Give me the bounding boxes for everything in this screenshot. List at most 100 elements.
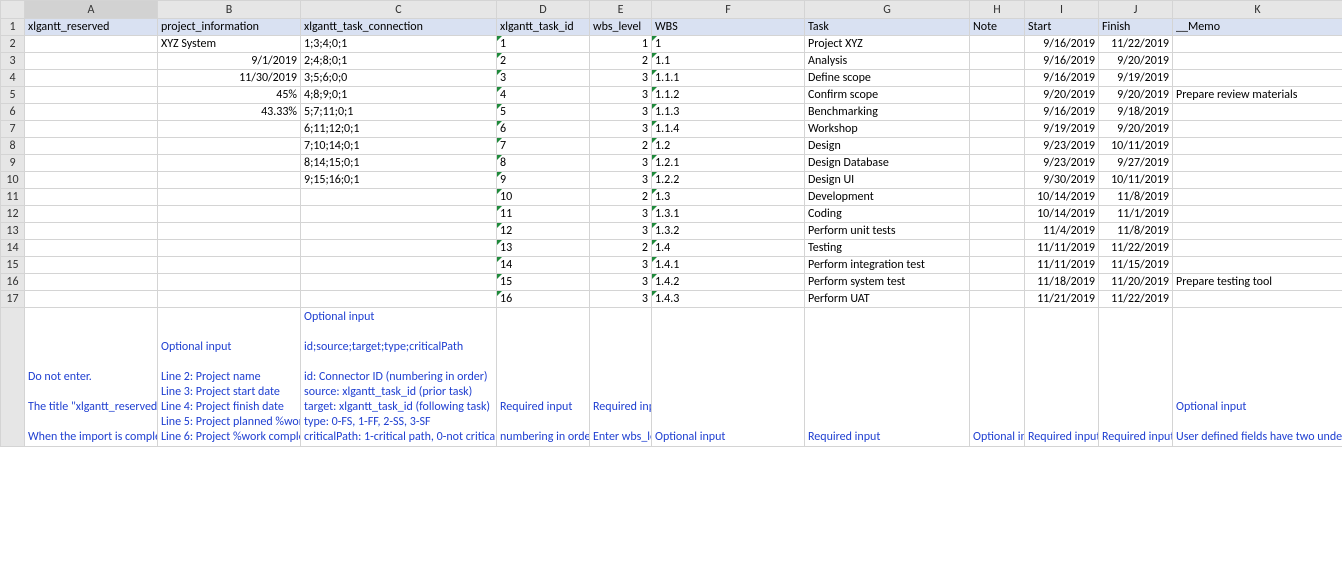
cell[interactable]: 13 — [497, 240, 590, 257]
cell[interactable] — [1173, 53, 1342, 70]
cell[interactable] — [970, 53, 1025, 70]
cell[interactable]: 15 — [497, 274, 590, 291]
cell[interactable]: 5 — [497, 104, 590, 121]
cell[interactable]: 3;5;6;0;0 — [301, 70, 497, 87]
cell[interactable]: 11/11/2019 — [1025, 240, 1099, 257]
row-header[interactable]: 7 — [1, 121, 25, 138]
cell[interactable]: 10/11/2019 — [1099, 172, 1173, 189]
col-header-H[interactable]: H — [970, 1, 1025, 19]
cell[interactable]: 3 — [590, 223, 652, 240]
cell-H1[interactable]: Note — [970, 19, 1025, 36]
cell[interactable]: 4 — [497, 87, 590, 104]
cell[interactable]: Coding — [805, 206, 970, 223]
cell[interactable]: 11/18/2019 — [1025, 274, 1099, 291]
cell[interactable]: Design UI — [805, 172, 970, 189]
col-header-C[interactable]: C — [301, 1, 497, 19]
cell[interactable] — [158, 189, 301, 206]
cell[interactable]: Development — [805, 189, 970, 206]
cell[interactable]: 14 — [497, 257, 590, 274]
cell[interactable]: 1.4 — [652, 240, 805, 257]
cell[interactable]: 1.3.2 — [652, 223, 805, 240]
cell[interactable]: 9/20/2019 — [1099, 121, 1173, 138]
cell[interactable] — [970, 172, 1025, 189]
cell[interactable]: 11/20/2019 — [1099, 274, 1173, 291]
cell[interactable] — [970, 206, 1025, 223]
cell[interactable]: 9/27/2019 — [1099, 155, 1173, 172]
instructions-D[interactable]: Required inputnumbering in order — [497, 308, 590, 447]
cell[interactable] — [970, 274, 1025, 291]
cell[interactable]: 3 — [590, 155, 652, 172]
cell[interactable]: Design — [805, 138, 970, 155]
cell[interactable] — [1173, 36, 1342, 53]
cell[interactable] — [25, 223, 158, 240]
col-header-I[interactable]: I — [1025, 1, 1099, 19]
cell[interactable]: 9/16/2019 — [1025, 104, 1099, 121]
cell[interactable]: 11/22/2019 — [1099, 240, 1173, 257]
cell[interactable]: 11 — [497, 206, 590, 223]
cell[interactable]: 9 — [497, 172, 590, 189]
cell[interactable]: 11/11/2019 — [1025, 257, 1099, 274]
row-header[interactable]: 9 — [1, 155, 25, 172]
cell[interactable]: 11/15/2019 — [1099, 257, 1173, 274]
cell[interactable]: 3 — [590, 206, 652, 223]
cell[interactable] — [158, 155, 301, 172]
cell[interactable] — [158, 121, 301, 138]
cell[interactable]: 3 — [590, 104, 652, 121]
cell[interactable]: 10/14/2019 — [1025, 206, 1099, 223]
cell[interactable]: 8;14;15;0;1 — [301, 155, 497, 172]
cell[interactable]: 3 — [590, 291, 652, 308]
cell[interactable]: 1 — [497, 36, 590, 53]
cell[interactable]: 1;3;4;0;1 — [301, 36, 497, 53]
cell[interactable]: 16 — [497, 291, 590, 308]
spreadsheet[interactable]: A B C D E F G H I J K 1 xlgantt_reserved… — [0, 0, 1342, 447]
cell[interactable] — [1173, 138, 1342, 155]
cell[interactable] — [25, 36, 158, 53]
instructions-H[interactable]: Optional input — [970, 308, 1025, 447]
cell[interactable] — [158, 291, 301, 308]
cell[interactable]: 3 — [497, 70, 590, 87]
col-header-G[interactable]: G — [805, 1, 970, 19]
instructions-G[interactable]: Required input — [805, 308, 970, 447]
cell[interactable]: 7 — [497, 138, 590, 155]
cell[interactable]: 1.2.2 — [652, 172, 805, 189]
instructions-K[interactable]: Optional inputUser defined fields have t… — [1173, 308, 1342, 447]
cell[interactable]: 1.1 — [652, 53, 805, 70]
col-header-J[interactable]: J — [1099, 1, 1173, 19]
cell[interactable]: 43.33% — [158, 104, 301, 121]
row-header[interactable]: 12 — [1, 206, 25, 223]
cell[interactable] — [1173, 70, 1342, 87]
cell[interactable] — [25, 70, 158, 87]
col-header-F[interactable]: F — [652, 1, 805, 19]
cell[interactable]: 1.4.2 — [652, 274, 805, 291]
row-header[interactable]: 16 — [1, 274, 25, 291]
select-all-corner[interactable] — [1, 1, 25, 19]
cell[interactable] — [1173, 172, 1342, 189]
cell[interactable] — [158, 274, 301, 291]
cell[interactable] — [970, 223, 1025, 240]
cell[interactable]: Testing — [805, 240, 970, 257]
cell[interactable] — [25, 155, 158, 172]
instructions-I[interactable]: Required input — [1025, 308, 1099, 447]
cell[interactable]: 8 — [497, 155, 590, 172]
instructions-J[interactable]: Required input — [1099, 308, 1173, 447]
row-header[interactable] — [1, 308, 25, 447]
cell[interactable]: 9/30/2019 — [1025, 172, 1099, 189]
cell[interactable] — [970, 104, 1025, 121]
cell[interactable] — [25, 87, 158, 104]
cell[interactable]: Perform UAT — [805, 291, 970, 308]
cell[interactable]: 3 — [590, 172, 652, 189]
cell[interactable] — [25, 291, 158, 308]
cell[interactable]: 1 — [652, 36, 805, 53]
cell[interactable]: 2;4;8;0;1 — [301, 53, 497, 70]
cell[interactable] — [301, 274, 497, 291]
cell[interactable] — [301, 257, 497, 274]
cell[interactable] — [158, 138, 301, 155]
row-header[interactable]: 13 — [1, 223, 25, 240]
row-header[interactable]: 4 — [1, 70, 25, 87]
cell[interactable] — [970, 121, 1025, 138]
cell[interactable] — [1173, 155, 1342, 172]
col-header-A[interactable]: A — [25, 1, 158, 19]
row-header[interactable]: 2 — [1, 36, 25, 53]
cell[interactable]: 2 — [590, 189, 652, 206]
row-header-1[interactable]: 1 — [1, 19, 25, 36]
